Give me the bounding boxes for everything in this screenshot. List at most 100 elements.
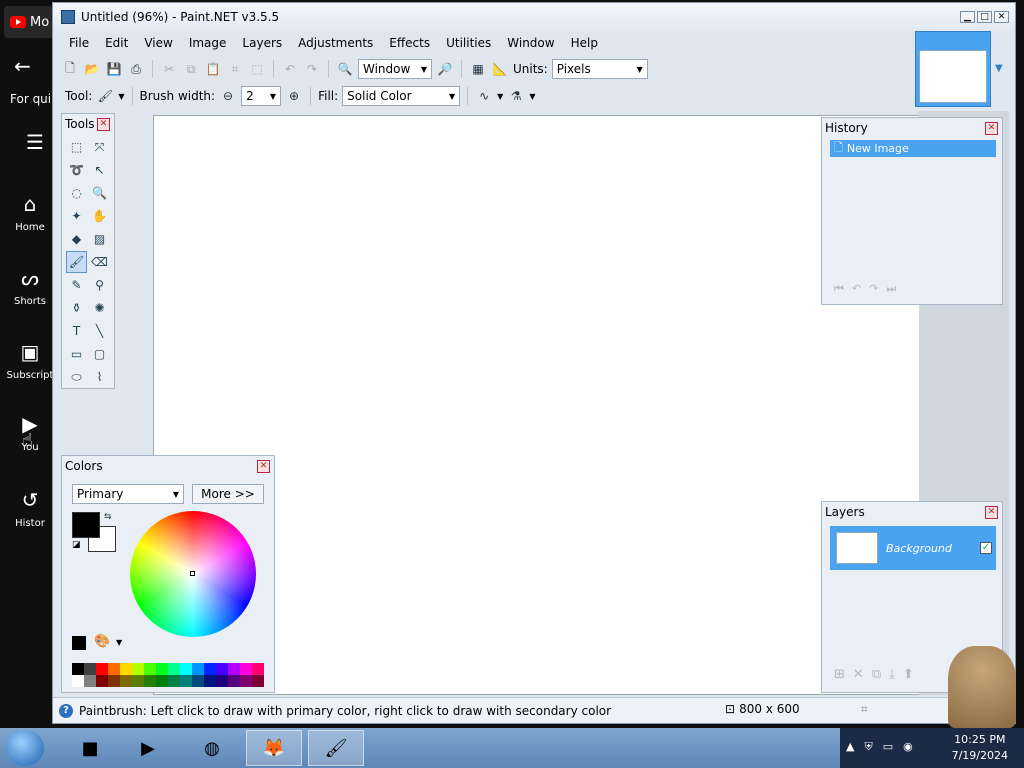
color-mode-select[interactable]: Primary ▼ <box>72 484 184 504</box>
close-colors-icon[interactable]: ✕ <box>257 459 270 473</box>
duplicate-layer-icon[interactable]: ⧉ <box>872 667 881 682</box>
close-tools-icon[interactable]: ✕ <box>97 117 110 131</box>
text-icon[interactable]: T <box>66 320 87 342</box>
rectangle-icon[interactable]: ▭ <box>66 343 87 365</box>
brush-width-select[interactable]: 2 ▼ <box>241 86 282 106</box>
taskbar-app-media[interactable]: ▶ <box>120 730 176 766</box>
pan-icon[interactable]: ✋ <box>89 205 110 227</box>
palette-swatch[interactable] <box>168 663 180 675</box>
palette-swatch[interactable] <box>252 663 264 675</box>
menu-edit[interactable]: Edit <box>97 36 136 50</box>
taskbar-app-paintnet[interactable]: 🖌 <box>308 730 364 766</box>
move-layer-up-icon[interactable]: ⬆ <box>903 667 914 682</box>
colors-panel-header[interactable]: Colors ✕ <box>62 456 274 476</box>
add-to-palette-icon[interactable] <box>72 636 86 650</box>
rewind-icon[interactable]: ⏮ <box>834 282 844 296</box>
palette-swatch[interactable] <box>132 675 144 687</box>
move-selection-icon[interactable]: ⤧ <box>89 136 110 158</box>
more-colors-button[interactable]: More >> <box>192 484 264 504</box>
new-file-icon[interactable]: 🗋 <box>61 60 79 78</box>
palette-swatch[interactable] <box>168 675 180 687</box>
zoom-out-icon[interactable]: 🔍 <box>336 60 354 78</box>
palette-swatch[interactable] <box>144 663 156 675</box>
eraser-icon[interactable]: ⌫ <box>89 251 110 273</box>
rounded-rectangle-icon[interactable]: ▢ <box>89 343 110 365</box>
palette-swatch[interactable] <box>240 675 252 687</box>
crop-icon[interactable]: ⌗ <box>226 60 244 78</box>
palette-swatch[interactable] <box>180 675 192 687</box>
youtube-logo[interactable]: Mo <box>4 6 58 38</box>
redo-icon[interactable]: ↷ <box>303 60 321 78</box>
palette-swatch[interactable] <box>204 675 216 687</box>
menu-utilities[interactable]: Utilities <box>438 36 499 50</box>
chevron-down-icon[interactable]: ▼ <box>497 92 503 101</box>
menu-image[interactable]: Image <box>181 36 235 50</box>
palette-swatch[interactable] <box>180 663 192 675</box>
magic-wand-icon[interactable]: ✦ <box>66 205 87 227</box>
layer-visible-checkbox[interactable]: ✓ <box>980 542 992 554</box>
increase-brush-icon[interactable]: ⊕ <box>285 87 303 105</box>
gradient-icon[interactable]: ▨ <box>89 228 110 250</box>
palette-swatch[interactable] <box>108 675 120 687</box>
palette-swatch[interactable] <box>120 663 132 675</box>
tray-expand-icon[interactable]: ▲ <box>846 740 854 754</box>
taskbar-app-firefox[interactable]: 🦊 <box>246 730 302 766</box>
nav-shorts[interactable]: ᔕ Shorts <box>0 266 60 307</box>
save-icon[interactable]: 💾 <box>105 60 123 78</box>
fast-forward-icon[interactable]: ⏭ <box>886 282 896 296</box>
palette-swatch[interactable] <box>144 675 156 687</box>
menu-adjustments[interactable]: Adjustments <box>290 36 381 50</box>
palette-swatch[interactable] <box>108 663 120 675</box>
cut-icon[interactable]: ✂ <box>160 60 178 78</box>
palette-swatch[interactable] <box>72 663 84 675</box>
palette-swatch[interactable] <box>228 675 240 687</box>
paintbrush-tool-icon[interactable]: 🖌 <box>66 251 87 273</box>
palette-swatch[interactable] <box>192 663 204 675</box>
primary-color-swatch[interactable] <box>72 512 100 538</box>
paint-bucket-icon[interactable]: ◆ <box>66 228 87 250</box>
delete-layer-icon[interactable]: ✕ <box>853 667 864 682</box>
menu-view[interactable]: View <box>136 36 180 50</box>
antialiasing-icon[interactable]: ∿ <box>475 87 493 105</box>
palette-swatch[interactable] <box>228 663 240 675</box>
palette-swatch[interactable] <box>84 675 96 687</box>
close-layers-icon[interactable]: ✕ <box>985 505 998 519</box>
menu-window[interactable]: Window <box>499 36 562 50</box>
clone-stamp-icon[interactable]: ⚱ <box>66 297 87 319</box>
palette-swatch[interactable] <box>216 663 228 675</box>
close-button[interactable]: ✕ <box>994 11 1009 23</box>
zoom-tool-icon[interactable]: 🔍 <box>89 182 110 204</box>
start-button[interactable] <box>6 730 44 766</box>
palette-swatch[interactable] <box>84 663 96 675</box>
chevron-down-icon[interactable]: ▼ <box>529 92 535 101</box>
lasso-icon[interactable]: ➰ <box>66 159 87 181</box>
layer-item[interactable]: Background ✓ <box>830 526 996 570</box>
swap-colors-icon[interactable]: ⇆ <box>104 512 112 522</box>
blend-mode-icon[interactable]: ⚗ <box>507 87 525 105</box>
palette-swatch[interactable] <box>120 675 132 687</box>
image-thumbnail[interactable] <box>915 31 991 107</box>
zoom-in-icon[interactable]: 🔎 <box>436 60 454 78</box>
clock[interactable]: 10:25 PM 7/19/2024 <box>952 732 1008 764</box>
nav-home[interactable]: ⌂ Home <box>0 192 60 233</box>
close-history-icon[interactable]: ✕ <box>985 121 998 135</box>
fill-select[interactable]: Solid Color ▼ <box>342 86 461 106</box>
undo-icon[interactable]: ↶ <box>281 60 299 78</box>
thumbnail-scroll-icon[interactable]: ▼ <box>995 63 1003 74</box>
ellipse-select-icon[interactable]: ◌ <box>66 182 87 204</box>
rectangle-select-icon[interactable]: ⬚ <box>66 136 87 158</box>
color-picker-icon[interactable]: ⚲ <box>89 274 110 296</box>
palette-swatch[interactable] <box>132 663 144 675</box>
print-icon[interactable]: ⎙ <box>127 60 145 78</box>
nav-history[interactable]: ↺ Histor <box>0 488 60 529</box>
decrease-brush-icon[interactable]: ⊖ <box>219 87 237 105</box>
paintbrush-icon[interactable]: 🖌 <box>96 87 114 105</box>
palette-swatch[interactable] <box>156 675 168 687</box>
copy-icon[interactable]: ⧉ <box>182 60 200 78</box>
rulers-icon[interactable]: 📐 <box>491 60 509 78</box>
taskbar-app-terminal[interactable]: ■ <box>62 730 118 766</box>
move-selected-icon[interactable]: ↖ <box>89 159 110 181</box>
title-bar[interactable]: Untitled (96%) - Paint.NET v3.5.5 ▁ □ ✕ <box>53 3 1015 31</box>
taskbar-app-globe[interactable]: ◍ <box>184 730 240 766</box>
tray-network-icon[interactable]: ▭ <box>883 740 893 754</box>
